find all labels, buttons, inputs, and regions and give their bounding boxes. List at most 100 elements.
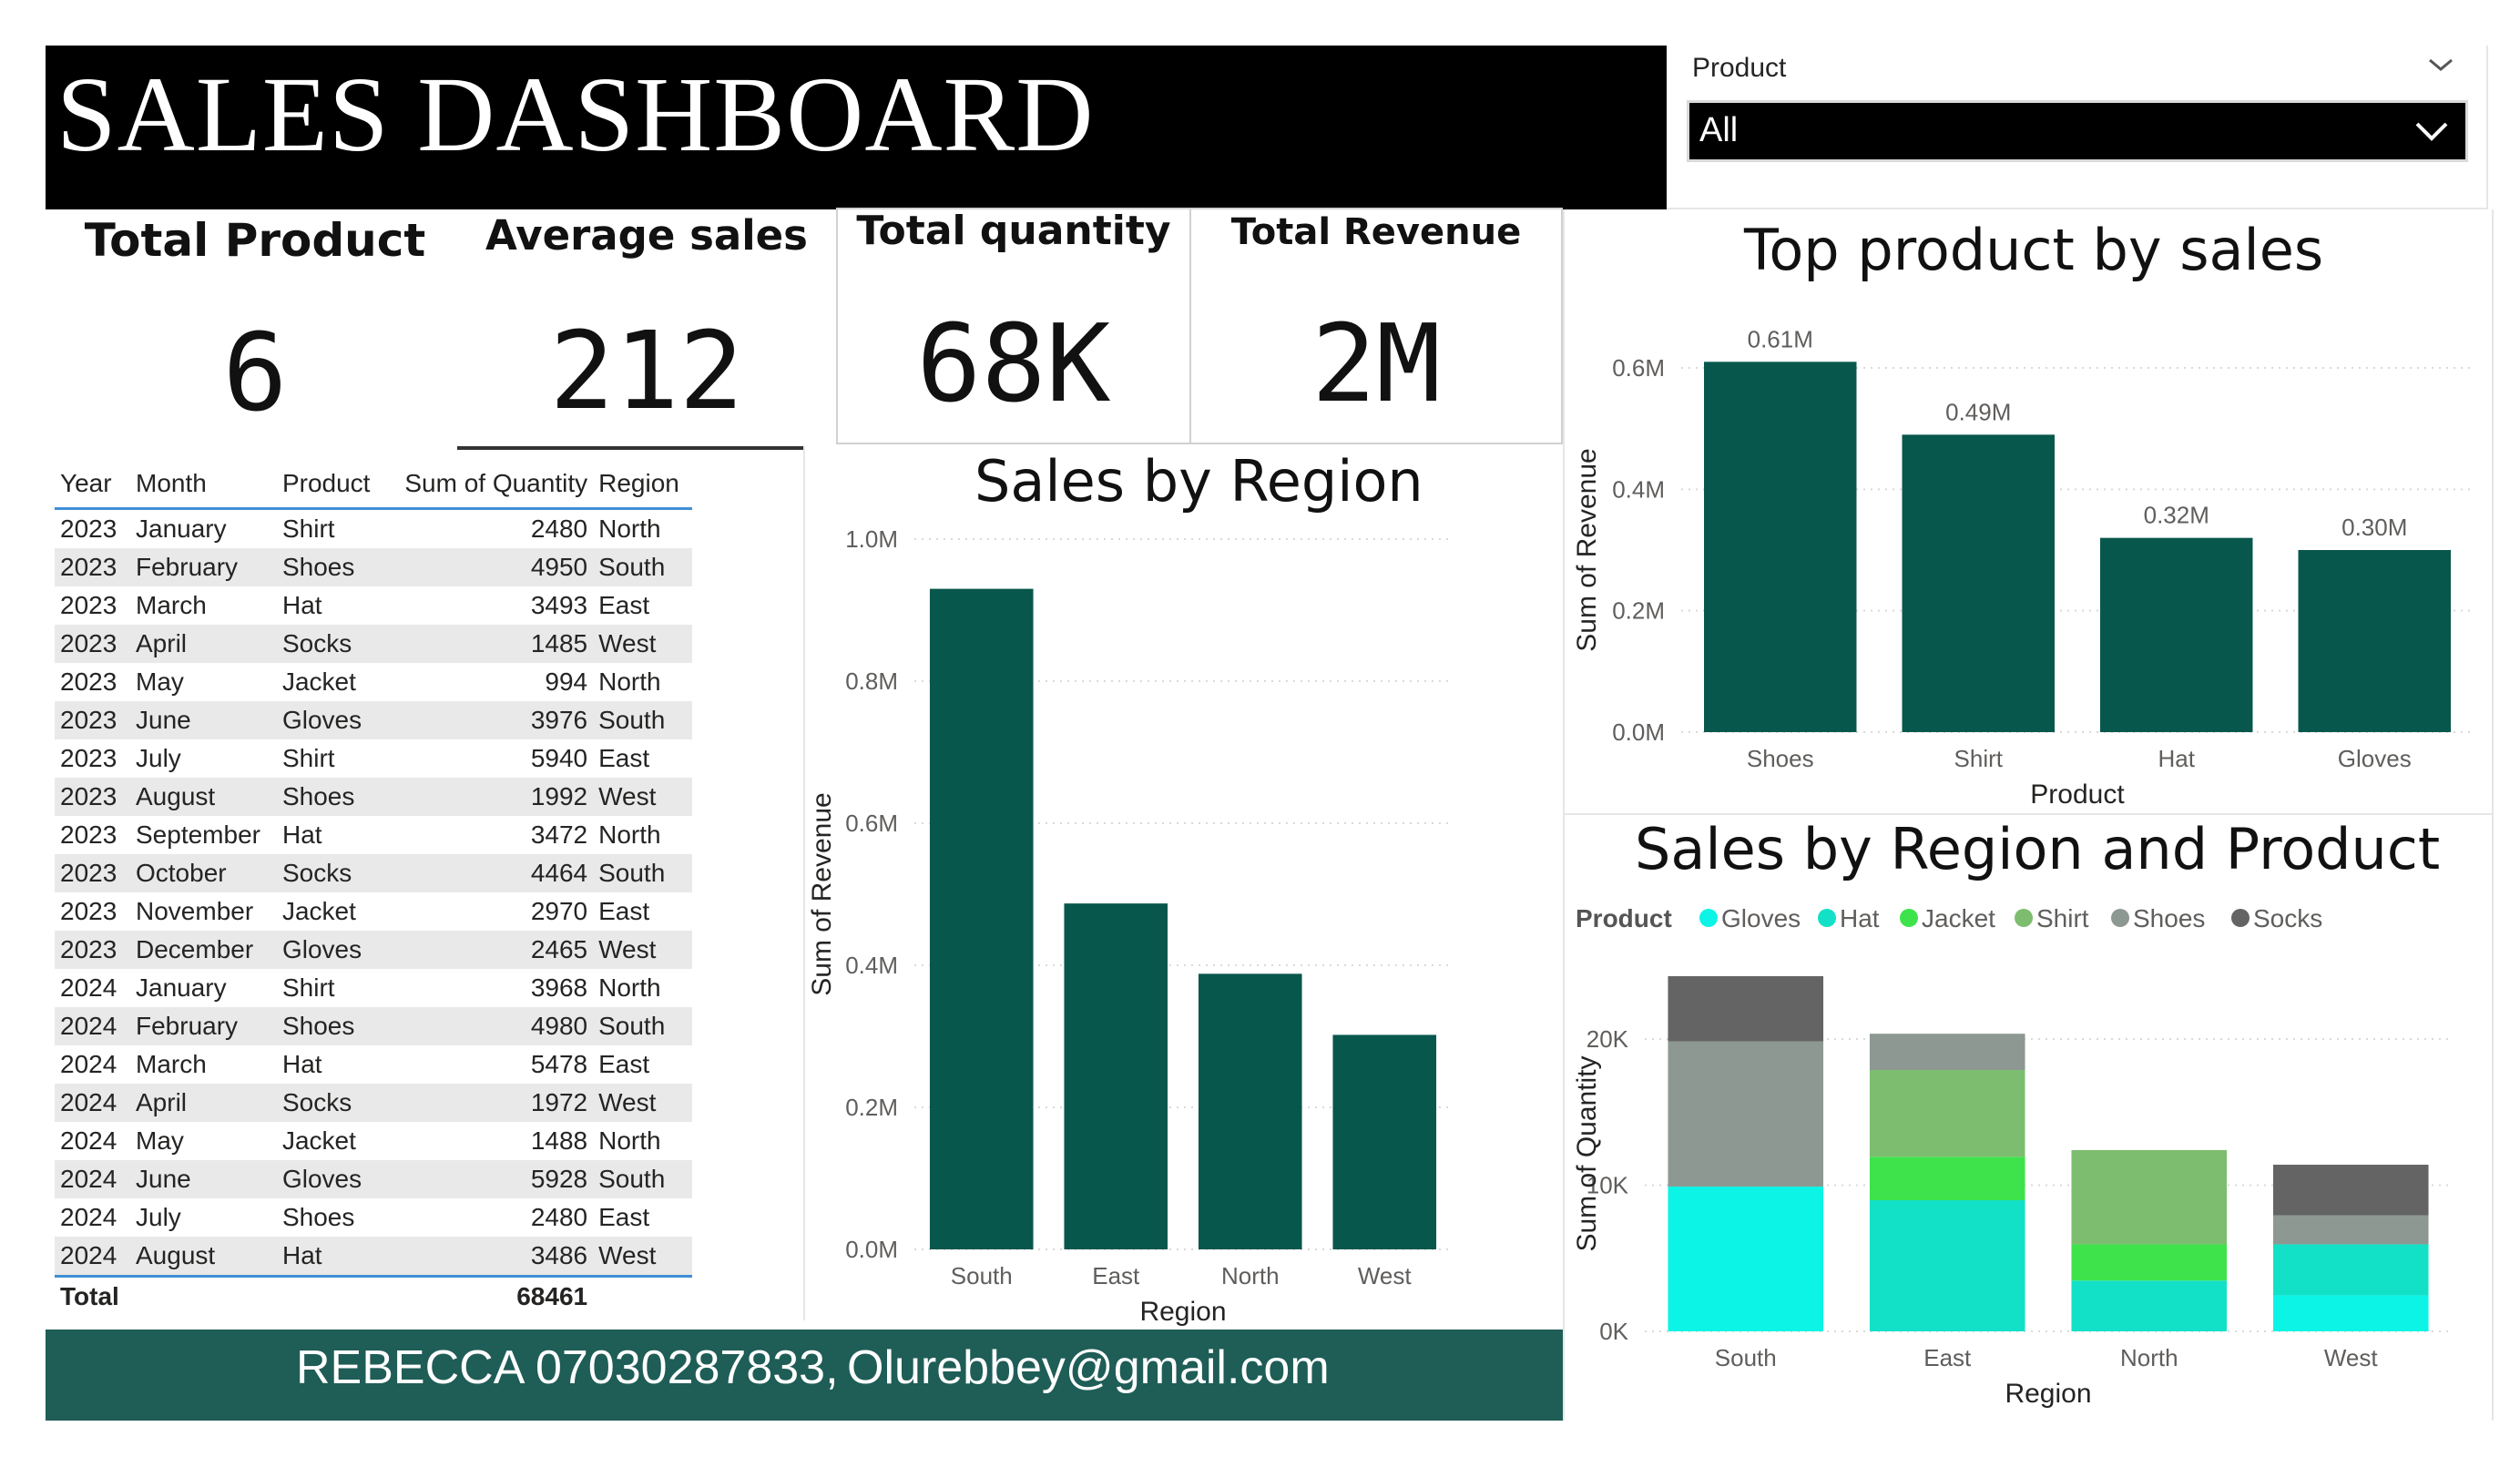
bar-segment-gloves (2272, 1295, 2429, 1331)
cell-region: East (593, 1198, 692, 1237)
table-row[interactable]: 2024 March Hat 5478 East (55, 1045, 692, 1084)
table-row[interactable]: 2023 December Gloves 2465 West (55, 931, 692, 969)
x-tick-label: Hat (2158, 745, 2196, 772)
table-row[interactable]: 2024 January Shirt 3968 North (55, 969, 692, 1007)
y-tick-label: 0.6M (1612, 354, 1665, 382)
cell-region: North (593, 1122, 692, 1160)
table-row[interactable]: 2023 November Jacket 2970 East (55, 892, 692, 931)
table-row[interactable]: 2023 May Jacket 994 North (55, 663, 692, 701)
cell-year: 2024 (55, 1084, 130, 1122)
x-tick-label: East (1092, 1262, 1140, 1289)
y-axis-title: Sum of Revenue (1572, 448, 1602, 651)
table-row[interactable]: 2023 October Socks 4464 South (55, 854, 692, 892)
cell-year: 2023 (55, 508, 130, 548)
bar (1902, 434, 2055, 732)
cell-month: June (130, 1160, 277, 1198)
legend-item-label: Hat (1840, 904, 1880, 932)
bar-segment-shoes (1869, 1034, 2025, 1070)
cell-year: 2023 (55, 625, 130, 663)
x-tick-label: West (1358, 1262, 1413, 1289)
y-tick-label: 0.4M (845, 952, 898, 979)
cell-quantity: 4950 (383, 548, 594, 586)
y-tick-label: 0.0M (845, 1236, 898, 1263)
cell-quantity: 994 (383, 663, 594, 701)
chart-region-product: 0K10K20KSouth East North WestRegionSum of Q… (1572, 904, 2452, 1409)
legend-item-label: Shirt (2036, 904, 2089, 932)
bar-segment-jacket (1869, 1156, 2025, 1201)
cell-month: May (130, 1122, 277, 1160)
table-row[interactable]: 2024 July Shoes 2480 East (55, 1198, 692, 1237)
bar-segment-jacket (2071, 1244, 2228, 1281)
cell-year: 2023 (55, 586, 130, 625)
y-tick-label: 0.4M (1612, 475, 1665, 503)
table-row[interactable]: 2024 August Hat 3486 West (55, 1237, 692, 1277)
total-label: Total (55, 1275, 130, 1316)
chevron-down-icon[interactable] (2423, 46, 2459, 82)
table-row[interactable]: 2023 June Gloves 3976 South (55, 701, 692, 739)
cell-year: 2024 (55, 1007, 130, 1045)
cell-product: Shoes (276, 1007, 384, 1045)
chevron-down-icon[interactable] (2412, 111, 2452, 151)
cell-product: Socks (276, 854, 384, 892)
table-row[interactable]: 2023 April Socks 1485 West (55, 625, 692, 663)
x-tick-label: North (2120, 1344, 2178, 1371)
bar (1064, 903, 1168, 1249)
column-header-product[interactable]: Product (276, 460, 384, 510)
column-header-month[interactable]: Month (130, 460, 277, 510)
data-label: 0.61M (1748, 325, 1813, 352)
legend-marker-shirt (2015, 909, 2033, 927)
table-row[interactable]: 2023 September Hat 3472 North (55, 816, 692, 854)
data-label: 0.32M (2144, 502, 2209, 529)
table-row[interactable]: 2023 March Hat 3493 East (55, 586, 692, 625)
table-row[interactable]: 2023 July Shirt 5940 East (55, 739, 692, 778)
bar-segment-hat (2071, 1280, 2228, 1331)
bar-segment-shirt (2071, 1149, 2228, 1245)
table-row[interactable]: 2024 February Shoes 4980 South (55, 1007, 692, 1045)
cell-quantity: 5928 (383, 1160, 594, 1198)
panel-divider (1565, 813, 2494, 815)
column-header-quantity[interactable]: Sum of Quantity (383, 460, 594, 510)
cell-region: South (593, 854, 692, 892)
x-axis-title: Region (1139, 1297, 1226, 1327)
legend-marker-shoes (2111, 909, 2129, 927)
x-tick-label: East (1923, 1344, 1972, 1371)
y-tick-label: 0.8M (845, 667, 898, 695)
cell-region: East (593, 739, 692, 778)
column-header-region[interactable]: Region (593, 460, 692, 510)
cell-year: 2023 (55, 816, 130, 854)
cell-quantity: 3472 (383, 816, 594, 854)
cell-product: Gloves (276, 931, 384, 969)
y-tick-label: 0K (1599, 1318, 1628, 1345)
bar (1198, 973, 1302, 1249)
cell-year: 2024 (55, 1198, 130, 1237)
table-row[interactable]: 2024 May Jacket 1488 North (55, 1122, 692, 1160)
y-tick-label: 1.0M (845, 525, 898, 553)
cell-month: April (130, 1084, 277, 1122)
column-header-year[interactable]: Year (55, 460, 130, 510)
legend-marker-jacket (1900, 909, 1918, 927)
cell-product: Jacket (276, 1122, 384, 1160)
cell-quantity: 1992 (383, 778, 594, 816)
cell-quantity: 1485 (383, 625, 594, 663)
table-row[interactable]: 2024 April Socks 1972 West (55, 1084, 692, 1122)
table-row[interactable]: 2023 February Shoes 4950 South (55, 548, 692, 586)
table-row[interactable]: 2024 June Gloves 5928 South (55, 1160, 692, 1198)
bar (929, 588, 1034, 1249)
y-tick-label: 0.2M (1612, 597, 1665, 625)
cell-region: West (593, 625, 692, 663)
dashboard-title: SALES DASHBOARD (56, 55, 1095, 174)
panel-divider (2492, 209, 2494, 1421)
cell-year: 2024 (55, 1237, 130, 1277)
bar (2100, 537, 2253, 732)
table-row[interactable]: 2023 January Shirt 2480 North (55, 508, 692, 548)
cell-quantity: 1972 (383, 1084, 594, 1122)
data-label: 0.49M (1945, 398, 2011, 425)
cell-product: Hat (276, 586, 384, 625)
cell-month: February (130, 1007, 277, 1045)
slicer-dropdown[interactable] (1687, 100, 2468, 162)
cell-month: April (130, 625, 277, 663)
cell-quantity: 3968 (383, 969, 594, 1007)
cell-year: 2024 (55, 1160, 130, 1198)
cell-product: Hat (276, 1045, 384, 1084)
table-row[interactable]: 2023 August Shoes 1992 West (55, 778, 692, 816)
